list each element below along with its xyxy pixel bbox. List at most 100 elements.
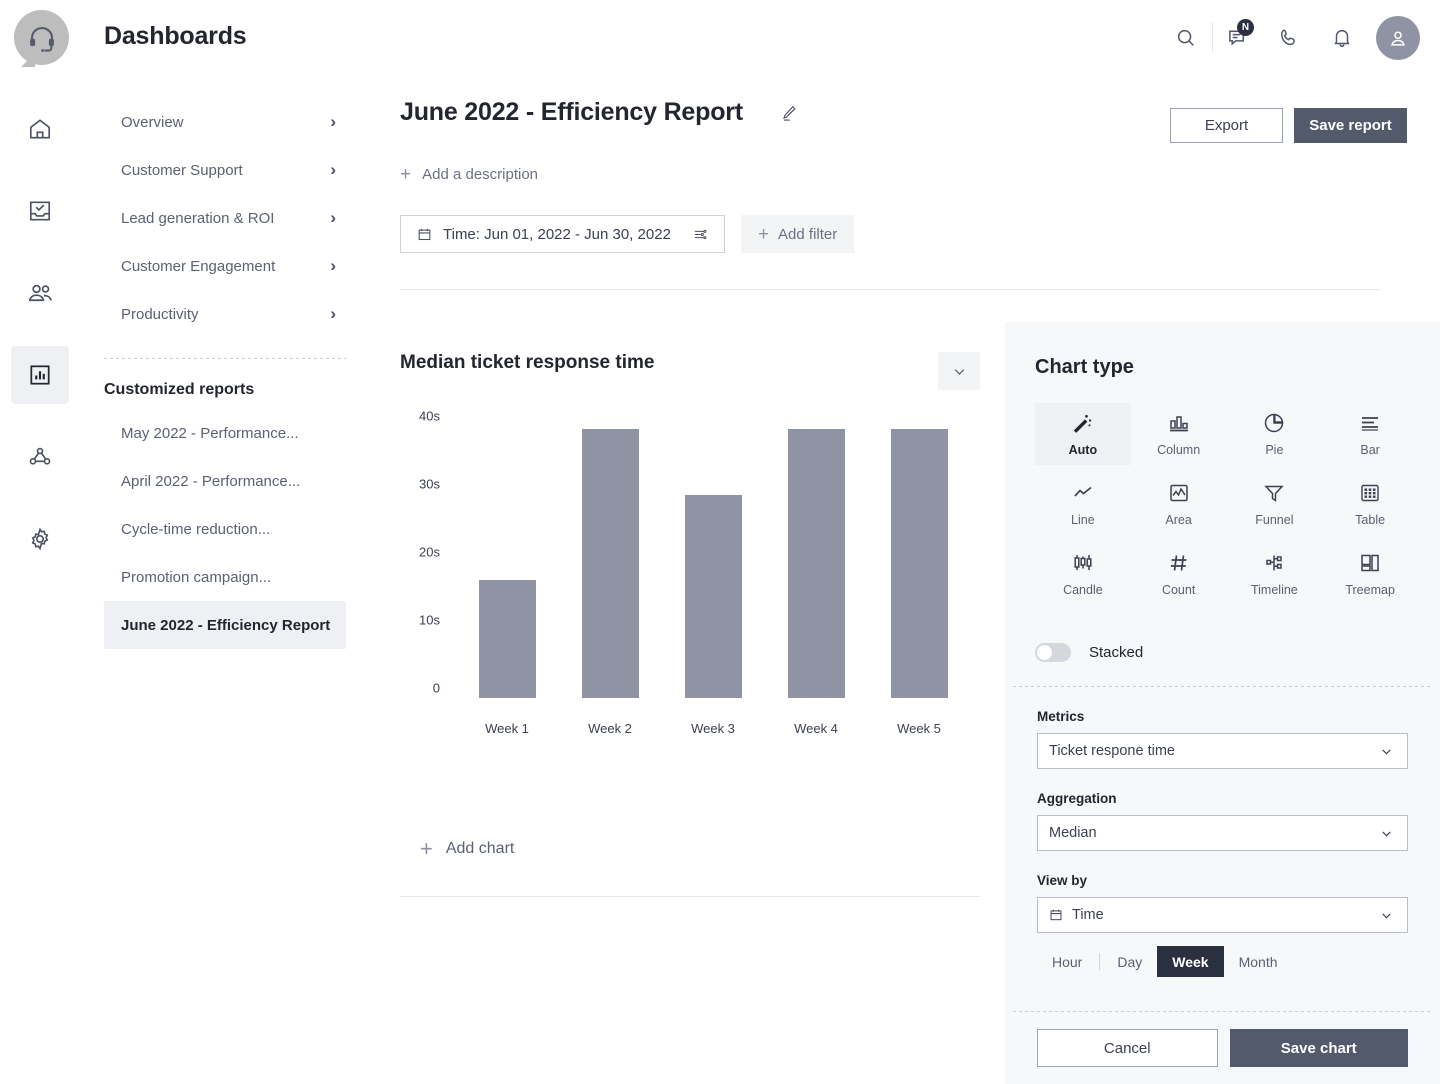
chart-type-auto[interactable]: Auto [1035, 403, 1131, 465]
customized-reports-heading: Customized reports [104, 381, 255, 398]
report-label: June 2022 - Efficiency Report [121, 616, 331, 634]
people-icon [27, 280, 54, 307]
rail-item-automation[interactable] [11, 428, 69, 486]
chart-type-treemap[interactable]: Treemap [1322, 543, 1418, 605]
chart-type-timeline[interactable]: Timeline [1227, 543, 1323, 605]
chart-type-column[interactable]: Column [1131, 403, 1227, 465]
list-item[interactable]: Cycle-time reduction... [104, 505, 346, 553]
x-tick-label: Week 5 [897, 721, 941, 736]
chart-type-count[interactable]: Count [1131, 543, 1227, 605]
filter-bar: Time: Jun 01, 2022 - Jun 30, 2022 + Add … [400, 215, 1380, 253]
aggregation-select[interactable]: Median [1037, 815, 1408, 851]
magic-wand-icon [1071, 411, 1095, 435]
sidebar-item-lead-generation-roi[interactable]: Lead generation & ROI › [80, 194, 370, 242]
pencil-icon[interactable] [779, 103, 799, 123]
chart-title: Median ticket response time [400, 352, 655, 373]
view-by-select[interactable]: Time [1037, 897, 1408, 933]
sidebar-item-label: Productivity [121, 305, 199, 323]
chart-type-label: Line [1071, 513, 1095, 527]
cancel-button[interactable]: Cancel [1037, 1029, 1218, 1067]
chart-type-line[interactable]: Line [1035, 473, 1131, 535]
bar-column[interactable] [777, 416, 855, 698]
aggregation-label: Aggregation [1037, 791, 1117, 806]
granularity-day[interactable]: Day [1102, 946, 1157, 977]
bar [581, 429, 639, 698]
search-icon[interactable] [1160, 16, 1212, 60]
sidebar-item-customer-support[interactable]: Customer Support › [80, 146, 370, 194]
list-item[interactable]: Promotion campaign... [104, 553, 346, 601]
granularity-month[interactable]: Month [1224, 946, 1293, 977]
sidebar-item-customer-engagement[interactable]: Customer Engagement › [80, 242, 370, 290]
rail-item-tasks[interactable] [11, 182, 69, 240]
chart-type-bar[interactable]: Bar [1322, 403, 1418, 465]
stacked-toggle[interactable] [1035, 643, 1071, 662]
chart-type-candle[interactable]: Candle [1035, 543, 1131, 605]
view-by-label: View by [1037, 873, 1088, 888]
sidebar-item-label: Overview [121, 113, 184, 131]
save-report-button[interactable]: Save report [1294, 108, 1407, 143]
panel-footer-divider [1013, 1011, 1432, 1012]
chevron-right-icon: › [330, 208, 336, 227]
y-tick-label: 40s [419, 408, 440, 424]
gear-icon [27, 526, 53, 552]
rail-item-dashboards[interactable] [11, 346, 69, 404]
list-item[interactable]: May 2022 - Performance... [104, 409, 346, 457]
bar-column[interactable] [571, 416, 649, 698]
line-chart-icon [1071, 481, 1095, 505]
sidebar-item-overview[interactable]: Overview › [80, 98, 370, 146]
chart-type-grid: Auto Column Pie Bar Line Area Funnel Tab… [1035, 403, 1418, 605]
user-avatar[interactable] [1376, 16, 1420, 60]
sidebar-nav: Overview › Customer Support › Lead gener… [80, 98, 370, 649]
icon-rail [0, 100, 80, 592]
list-item-selected[interactable]: June 2022 - Efficiency Report [104, 601, 346, 649]
chevron-right-icon: › [330, 160, 336, 179]
rail-item-settings[interactable] [11, 510, 69, 568]
top-bar-actions: N [1160, 16, 1420, 60]
granularity-hour[interactable]: Hour [1037, 946, 1097, 977]
chart-type-label: Auto [1068, 443, 1098, 457]
bar-column[interactable] [468, 416, 546, 698]
time-filter-chip[interactable]: Time: Jun 01, 2022 - Jun 30, 2022 [400, 215, 725, 253]
chart-type-funnel[interactable]: Funnel [1227, 473, 1323, 535]
x-tick-label: Week 2 [588, 721, 632, 736]
chart-collapse-button[interactable] [938, 352, 980, 390]
calendar-icon [417, 227, 432, 242]
plus-icon: + [757, 223, 770, 245]
sidebar-item-productivity[interactable]: Productivity › [80, 290, 370, 338]
report-label: May 2022 - Performance... [121, 424, 299, 442]
export-button[interactable]: Export [1170, 108, 1283, 143]
filter-settings-icon[interactable] [693, 227, 708, 242]
add-description-button[interactable]: + Add a description [400, 165, 1380, 184]
segment-divider [1099, 953, 1101, 970]
chart-type-pie[interactable]: Pie [1227, 403, 1323, 465]
column-chart-icon [1167, 411, 1191, 435]
sidebar-item-label: Customer Engagement [121, 257, 276, 275]
messages-icon[interactable]: N [1212, 16, 1264, 60]
rail-item-contacts[interactable] [11, 264, 69, 322]
add-chart-button[interactable]: + Add chart [420, 838, 514, 860]
metrics-value: Ticket respone time [1049, 743, 1175, 759]
notifications-bell-icon[interactable] [1316, 16, 1368, 60]
panel-title: Chart type [1035, 356, 1134, 378]
save-chart-button[interactable]: Save chart [1229, 1029, 1408, 1067]
app-logo[interactable] [14, 10, 69, 65]
phone-icon[interactable] [1264, 16, 1316, 60]
bar [890, 429, 948, 698]
bar-chart-icon [27, 362, 53, 388]
bar-column[interactable] [880, 416, 958, 698]
sidebar-item-label: Customer Support [121, 161, 243, 179]
y-tick-label: 0 [432, 680, 440, 696]
metrics-select[interactable]: Ticket respone time [1037, 733, 1408, 769]
chart-type-label: Column [1157, 443, 1201, 457]
chevron-right-icon: › [330, 256, 336, 275]
chart-type-table[interactable]: Table [1322, 473, 1418, 535]
chart-type-area[interactable]: Area [1131, 473, 1227, 535]
rail-item-home[interactable] [11, 100, 69, 158]
timeline-icon [1262, 551, 1286, 575]
list-item[interactable]: April 2022 - Performance... [104, 457, 346, 505]
bar-column[interactable] [674, 416, 752, 698]
add-filter-button[interactable]: + Add filter [740, 215, 855, 253]
report-label: Promotion campaign... [121, 568, 272, 586]
granularity-week[interactable]: Week [1157, 946, 1224, 977]
area-chart-icon [1167, 481, 1191, 505]
